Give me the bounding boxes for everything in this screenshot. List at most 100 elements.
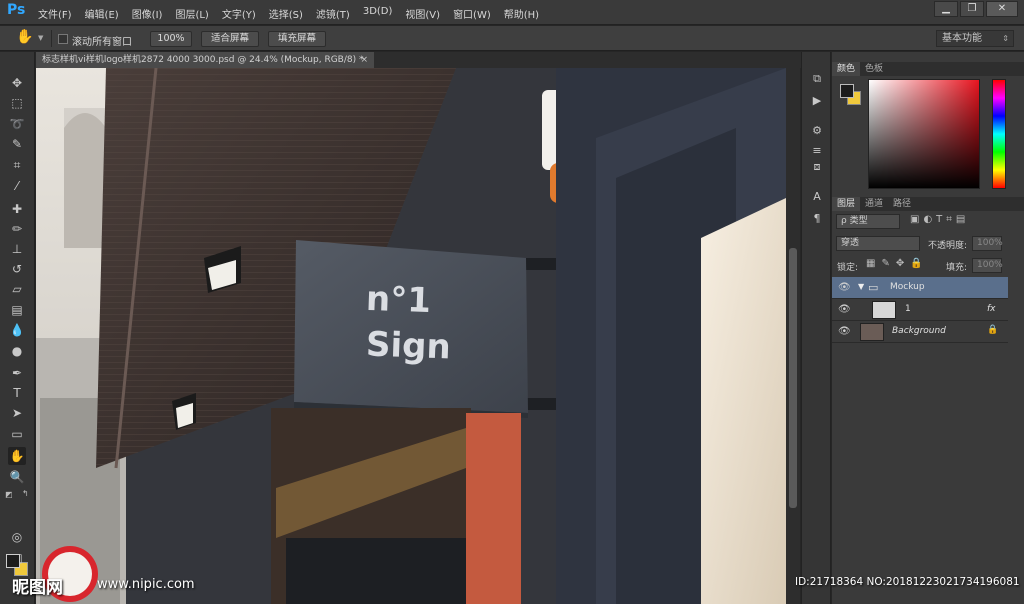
history-panel-icon[interactable]: ⧉	[808, 70, 826, 88]
healing-brush-tool-icon[interactable]: ✚	[8, 200, 26, 218]
layer-row-1[interactable]: 👁 1 fx	[832, 299, 1008, 321]
workspace-value: 基本功能	[942, 33, 982, 44]
scroll-all-checkbox[interactable]	[58, 34, 68, 44]
right-panels: 颜色 色板 图层 通道 路径 ρ 类型 ▣◐T⌗▤ 穿透 不透明度: 100% …	[832, 52, 1024, 604]
lock-icon: 🔒	[987, 325, 999, 335]
history-brush-tool-icon[interactable]: ↺	[8, 260, 26, 278]
document-tab[interactable]: 标志样机vi样机logo样机2872 4000 3000.psd @ 24.4%…	[36, 52, 374, 68]
minimize-button[interactable]: ▁	[934, 1, 958, 17]
eye-icon[interactable]: 👁	[838, 282, 851, 293]
panel-dock: ⧉ ▶ ⚙ ≡ ⧈ A ¶	[801, 52, 831, 604]
fit-screen-button[interactable]: 适合屏幕	[201, 31, 259, 47]
layer-row-background[interactable]: 👁 Background 🔒	[832, 321, 1008, 343]
path-select-tool-icon[interactable]: ➤	[8, 404, 26, 422]
hand-tool-preset-icon[interactable]: ✋	[16, 29, 33, 45]
close-button[interactable]: ✕	[986, 1, 1018, 17]
close-tab-icon[interactable]: ×	[360, 52, 368, 68]
tab-paths[interactable]: 路径	[888, 197, 916, 211]
tab-color[interactable]: 颜色	[832, 62, 861, 76]
dodge-tool-icon[interactable]: ●	[8, 342, 26, 360]
rectangle-tool-icon[interactable]: ▭	[8, 425, 26, 443]
layer-row-mockup[interactable]: 👁 ▼ ▭ Mockup	[832, 277, 1008, 299]
menu-layer[interactable]: 图层(L)	[175, 6, 208, 21]
sign-line-2: Sign	[365, 324, 452, 368]
lock-icons[interactable]: ▦✎✥🔒	[866, 258, 929, 269]
options-bar: ✋ ▼ 滚动所有窗口 100% 适合屏幕 填充屏幕 基本功能 ⇕	[0, 26, 1024, 51]
tools-panel: ✥ ⬚ ➰ ✎ ⌗ ⁄ ✚ ✏ ⊥ ↺ ▱ ▤ 💧 ● ✒ T ➤ ▭ ✋ 🔍 …	[0, 52, 35, 604]
app-logo: Ps	[7, 2, 26, 18]
menu-view[interactable]: 视图(V)	[405, 6, 440, 21]
eyedropper-tool-icon[interactable]: ⁄	[8, 177, 26, 195]
actions-play-icon[interactable]: ▶	[808, 92, 826, 110]
menu-edit[interactable]: 编辑(E)	[85, 6, 119, 21]
fill-input[interactable]: 100%	[972, 258, 1003, 273]
document-tab-title: 标志样机vi样机logo样机2872 4000 3000.psd @ 24.4%…	[42, 55, 364, 65]
document-canvas[interactable]: n°1 Sign	[36, 68, 786, 604]
vertical-scrollbar[interactable]	[786, 68, 800, 604]
menu-filter[interactable]: 滤镜(T)	[316, 6, 350, 21]
scrollbar-thumb[interactable]	[789, 248, 797, 508]
expand-triangle-icon[interactable]: ▼	[858, 282, 864, 291]
type-tool-icon[interactable]: T	[8, 384, 26, 402]
fill-screen-button[interactable]: 填充屏幕	[268, 31, 326, 47]
menu-window[interactable]: 窗口(W)	[453, 6, 491, 21]
window-controls: ▁ ❐ ✕	[934, 1, 1018, 17]
lasso-tool-icon[interactable]: ➰	[8, 115, 26, 133]
menu-select[interactable]: 选择(S)	[269, 6, 303, 21]
hue-slider[interactable]	[992, 79, 1006, 189]
restore-button[interactable]: ❐	[960, 1, 984, 17]
color-panel-tabs: 颜色 色板	[832, 62, 1024, 76]
opacity-input[interactable]: 100%	[972, 236, 1003, 251]
fx-icon[interactable]: fx	[987, 304, 996, 314]
color-spectrum-field[interactable]	[868, 79, 980, 189]
chevron-down-icon[interactable]: ▼	[38, 34, 43, 42]
zoom-100-button[interactable]: 100%	[150, 31, 192, 47]
eye-icon[interactable]: 👁	[838, 326, 851, 337]
marquee-tool-icon[interactable]: ⬚	[8, 94, 26, 112]
menu-3d[interactable]: 3D(D)	[363, 6, 393, 21]
brush-panel-icon[interactable]: ⧈	[808, 158, 826, 176]
menu-items: 文件(F) 编辑(E) 图像(I) 图层(L) 文字(Y) 选择(S) 滤镜(T…	[38, 6, 552, 21]
paragraph-panel-icon[interactable]: ¶	[808, 210, 826, 228]
smart-object-thumbnail	[872, 301, 896, 319]
tab-swatches[interactable]: 色板	[860, 62, 888, 76]
gradient-tool-icon[interactable]: ▤	[8, 301, 26, 319]
character-panel-icon[interactable]: A	[808, 188, 826, 206]
menu-help[interactable]: 帮助(H)	[504, 6, 539, 21]
blur-tool-icon[interactable]: 💧	[8, 321, 26, 339]
layer-filter-icons[interactable]: ▣◐T⌗▤	[910, 214, 969, 225]
clone-stamp-tool-icon[interactable]: ⊥	[8, 240, 26, 258]
pen-tool-icon[interactable]: ✒	[8, 364, 26, 382]
menu-file[interactable]: 文件(F)	[38, 6, 72, 21]
eye-icon[interactable]: 👁	[838, 304, 851, 315]
workspace-select[interactable]: 基本功能 ⇕	[936, 30, 1014, 47]
eraser-tool-icon[interactable]: ▱	[8, 280, 26, 298]
tab-channels[interactable]: 通道	[860, 197, 888, 211]
quick-select-tool-icon[interactable]: ✎	[8, 135, 26, 153]
zoom-tool-icon[interactable]: 🔍	[8, 468, 26, 486]
layer-name: Mockup	[890, 282, 925, 292]
tab-layers[interactable]: 图层	[832, 197, 861, 211]
layer-filter-select[interactable]: ρ 类型	[836, 214, 900, 229]
menu-bar: Ps 文件(F) 编辑(E) 图像(I) 图层(L) 文字(Y) 选择(S) 滤…	[0, 0, 1024, 25]
watermark-url: www.nipic.com	[97, 577, 195, 592]
menu-image[interactable]: 图像(I)	[132, 6, 163, 21]
crop-tool-icon[interactable]: ⌗	[8, 156, 26, 174]
default-colors-icon[interactable]: ◩	[5, 490, 13, 499]
watermark-id: ID:21718364 NO:20181223021734196081	[795, 576, 1020, 588]
layer-name: 1	[905, 304, 911, 314]
swap-colors-icon[interactable]: ↰	[22, 489, 29, 498]
color-panel-foreground[interactable]	[840, 84, 854, 98]
document-tab-bar: 标志样机vi样机logo样机2872 4000 3000.psd @ 24.4%…	[36, 52, 801, 68]
adjust-panel-icon[interactable]: ⚙	[808, 122, 826, 140]
hand-tool-icon[interactable]: ✋	[8, 447, 26, 465]
background-thumbnail	[860, 323, 884, 341]
brush-tool-icon[interactable]: ✏	[8, 220, 26, 238]
foreground-color-swatch[interactable]	[6, 554, 20, 568]
blend-mode-select[interactable]: 穿透	[836, 236, 920, 251]
scroll-all-label: 滚动所有窗口	[72, 37, 132, 48]
menu-type[interactable]: 文字(Y)	[222, 6, 256, 21]
move-tool-icon[interactable]: ✥	[8, 74, 26, 92]
watermark-logo: 昵图网	[12, 578, 63, 598]
quick-mask-icon[interactable]: ◎	[8, 528, 26, 546]
